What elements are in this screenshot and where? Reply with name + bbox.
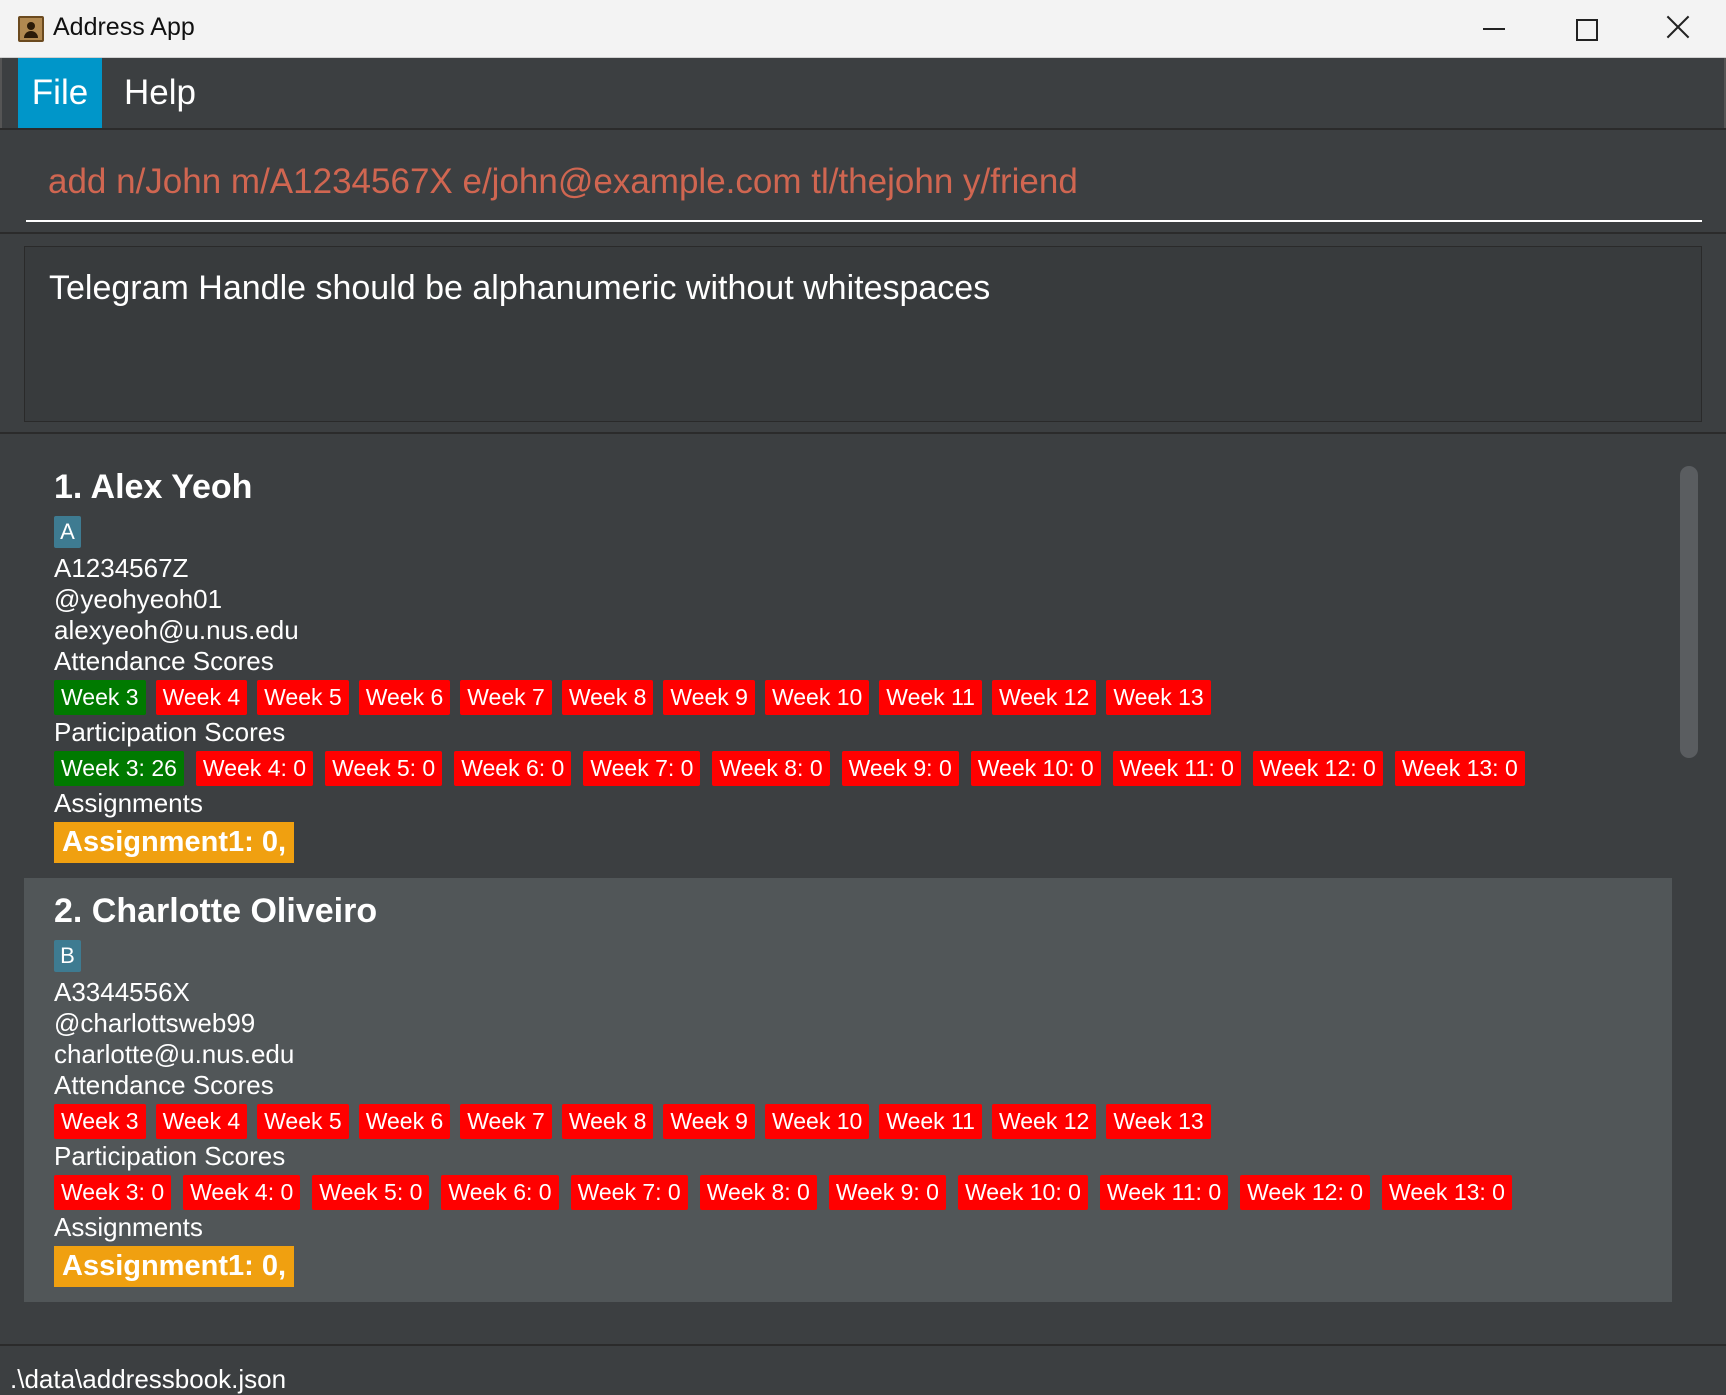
attendance-tag: Week 5 [257, 680, 349, 715]
save-file-path: .\data\addressbook.json [10, 1364, 287, 1394]
result-display: Telegram Handle should be alphanumeric w… [24, 246, 1702, 422]
attendance-tag: Week 8 [561, 1104, 654, 1139]
participation-tag: Week 11: 0 [1099, 1175, 1229, 1210]
group-badge: B [54, 940, 81, 972]
attendance-tag: Week 13 [1106, 680, 1211, 715]
attendance-tag: Week 12 [991, 1104, 1097, 1139]
attendance-tag: Week 7 [460, 680, 552, 715]
participation-tag: Week 7: 0 [570, 1175, 688, 1210]
person-card[interactable]: 1. Alex Yeoh A A1234567Z @yeohyeoh01 ale… [24, 454, 1672, 878]
minimize-button[interactable] [1448, 0, 1540, 57]
attendance-tags: Week 3 Week 4 Week 5 Week 6 Week 7 Week … [54, 680, 1211, 715]
participation-label: Participation Scores [54, 717, 286, 747]
participation-tag: Week 12: 0 [1252, 751, 1383, 786]
assignments-label: Assignments [54, 1212, 203, 1242]
attendance-tag: Week 3 [54, 1104, 146, 1139]
attendance-tag: Week 12 [991, 680, 1097, 715]
email: alexyeoh@u.nus.edu [54, 615, 299, 645]
attendance-tags: Week 3 Week 4 Week 5 Week 6 Week 7 Week … [54, 1104, 1211, 1139]
participation-tag: Week 8: 0 [712, 751, 830, 786]
group-badge: A [54, 516, 81, 548]
participation-tag: Week 4: 0 [183, 1175, 301, 1210]
person-name: 2. Charlotte Oliveiro [54, 892, 378, 930]
person-list-panel: 1. Alex Yeoh A A1234567Z @yeohyeoh01 ale… [0, 432, 1726, 1346]
title-bar: Address App [0, 0, 1726, 58]
attendance-tag: Week 4 [155, 680, 248, 715]
participation-tag: Week 10: 0 [957, 1175, 1088, 1210]
participation-tags: Week 3: 0 Week 4: 0 Week 5: 0 Week 6: 0 … [54, 1175, 1512, 1210]
attendance-tag: Week 13 [1106, 1104, 1211, 1139]
participation-tag: Week 6: 0 [441, 1175, 559, 1210]
window-title: Address App [53, 13, 195, 41]
attendance-tag: Week 11 [879, 1104, 982, 1139]
participation-tag: Week 3: 26 [54, 751, 184, 786]
attendance-tag: Week 9 [663, 1104, 755, 1139]
attendance-tag: Week 4 [155, 1104, 248, 1139]
command-box: add n/John m/A1234567X e/john@example.co… [0, 128, 1726, 234]
assignment-tag: Assignment1: 0, [54, 1246, 294, 1287]
participation-tag: Week 11: 0 [1112, 751, 1241, 786]
participation-tag: Week 10: 0 [970, 751, 1101, 786]
command-input[interactable]: add n/John m/A1234567X e/john@example.co… [26, 154, 1702, 222]
status-bar: .\data\addressbook.json [0, 1344, 1726, 1394]
attendance-tag: Week 6 [358, 1104, 451, 1139]
close-icon [1666, 15, 1690, 39]
participation-tag: Week 9: 0 [841, 751, 959, 786]
menu-file[interactable]: File [18, 58, 102, 128]
attendance-tag: Week 9 [663, 680, 755, 715]
matric-number: A1234567Z [54, 553, 189, 583]
attendance-tag: Week 7 [460, 1104, 552, 1139]
result-display-area: Telegram Handle should be alphanumeric w… [0, 232, 1726, 434]
attendance-tag: Week 11 [879, 680, 982, 715]
participation-label: Participation Scores [54, 1141, 286, 1171]
participation-tags: Week 3: 26 Week 4: 0 Week 5: 0 Week 6: 0… [54, 751, 1525, 786]
participation-tag: Week 3: 0 [54, 1175, 172, 1210]
assignment-tag: Assignment1: 0, [54, 822, 294, 863]
attendance-label: Attendance Scores [54, 646, 274, 676]
scrollbar-thumb[interactable] [1680, 466, 1698, 758]
menu-help[interactable]: Help [106, 58, 214, 128]
attendance-label: Attendance Scores [54, 1070, 274, 1100]
person-list[interactable]: 1. Alex Yeoh A A1234567Z @yeohyeoh01 ale… [24, 454, 1672, 1326]
telegram-handle: @charlottsweb99 [54, 1008, 256, 1038]
participation-tag: Week 13: 0 [1394, 751, 1525, 786]
attendance-tag: Week 3 [54, 680, 146, 715]
participation-tag: Week 12: 0 [1240, 1175, 1371, 1210]
participation-tag: Week 4: 0 [195, 751, 314, 786]
maximize-icon [1576, 19, 1598, 41]
attendance-tag: Week 10 [764, 680, 870, 715]
assignments-label: Assignments [54, 788, 203, 818]
participation-tag: Week 7: 0 [583, 751, 701, 786]
participation-tag: Week 8: 0 [699, 1175, 817, 1210]
participation-tag: Week 5: 0 [312, 1175, 430, 1210]
attendance-tag: Week 8 [561, 680, 654, 715]
minimize-icon [1483, 28, 1505, 30]
list-scrollbar[interactable] [1676, 454, 1702, 1326]
participation-tag: Week 6: 0 [454, 751, 572, 786]
menu-bar: File Help [0, 58, 1726, 128]
person-name: 1. Alex Yeoh [54, 468, 253, 506]
email: charlotte@u.nus.edu [54, 1039, 295, 1069]
matric-number: A3344556X [54, 977, 190, 1007]
maximize-button[interactable] [1540, 0, 1632, 57]
attendance-tag: Week 6 [358, 680, 451, 715]
address-book-icon [18, 16, 44, 42]
close-button[interactable] [1632, 0, 1724, 57]
participation-tag: Week 5: 0 [325, 751, 443, 786]
attendance-tag: Week 5 [257, 1104, 349, 1139]
person-card[interactable]: 2. Charlotte Oliveiro B A3344556X @charl… [24, 878, 1672, 1302]
participation-tag: Week 9: 0 [828, 1175, 946, 1210]
participation-tag: Week 13: 0 [1382, 1175, 1512, 1210]
telegram-handle: @yeohyeoh01 [54, 584, 223, 614]
attendance-tag: Week 10 [764, 1104, 870, 1139]
